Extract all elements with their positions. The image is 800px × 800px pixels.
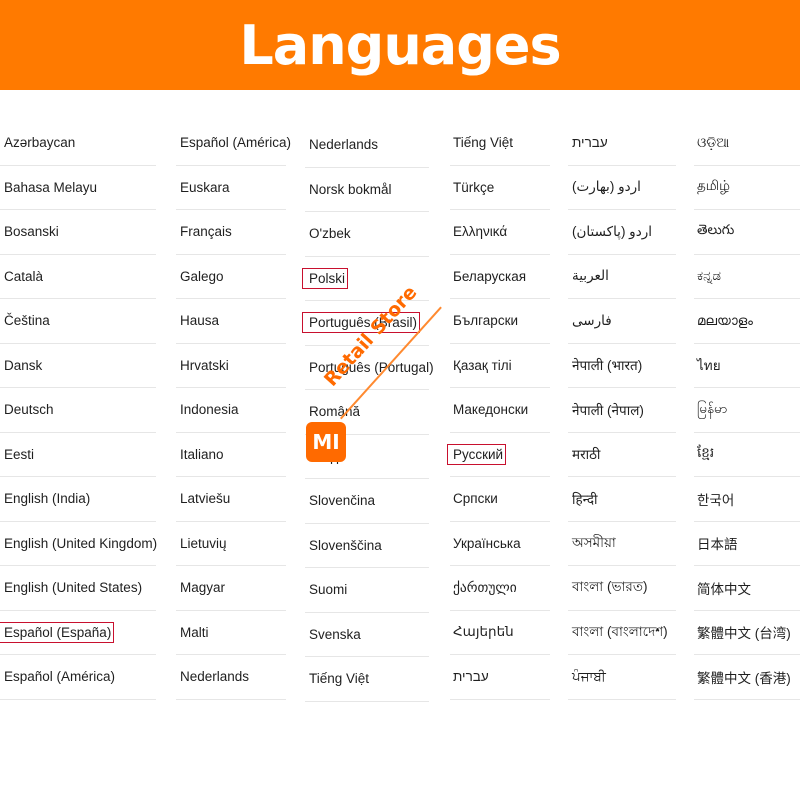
language-item[interactable]: اردو (بھارت)	[568, 166, 676, 210]
language-column-6: ଓଡ଼ିଆ தமிழ் తెలుగు ಕನ್ನಡ മലയാളം ไทย မြန်…	[694, 121, 800, 700]
header-banner: Languages	[0, 0, 800, 90]
language-item[interactable]: Қазақ тілі	[450, 344, 550, 388]
language-item[interactable]: English (United States)	[0, 566, 156, 611]
language-item[interactable]: עברית	[568, 121, 676, 166]
language-item[interactable]: Português (Portugal)	[305, 346, 434, 390]
language-item[interactable]: Hausa	[176, 299, 286, 344]
language-item-highlighted[interactable]: Português (Brasil)	[301, 301, 429, 346]
language-item[interactable]: Deutsch	[0, 388, 156, 433]
language-item[interactable]: Indonesia	[176, 388, 286, 433]
language-item[interactable]: Magyar	[176, 566, 286, 611]
language-item[interactable]: മലയാളം	[694, 299, 800, 344]
language-item[interactable]: Slovenčina	[305, 479, 429, 524]
language-item[interactable]: Հայերեն	[450, 611, 550, 655]
language-item[interactable]: Hrvatski	[176, 344, 286, 388]
language-item[interactable]: Español (América)	[176, 121, 291, 166]
language-item[interactable]: עברית	[450, 655, 550, 700]
language-item[interactable]: Français	[176, 210, 286, 255]
language-item[interactable]: Nederlands	[305, 123, 429, 168]
language-item[interactable]: Українська	[450, 522, 550, 566]
language-column-2: Español (América) Euskara Français Galeg…	[176, 121, 291, 700]
language-column-1: Azərbaycan Bahasa Melayu Bosanski Català…	[0, 121, 157, 700]
language-item[interactable]: বাংলা (ভারত)	[568, 566, 676, 611]
language-item[interactable]: Suomi	[305, 568, 429, 613]
language-item[interactable]: English (India)	[0, 477, 156, 522]
language-item[interactable]: नेपाली (भारत)	[568, 344, 676, 388]
language-item[interactable]: Македонски	[450, 388, 550, 433]
language-item[interactable]: Română	[305, 390, 429, 435]
language-item-highlighted[interactable]: Español (España)	[0, 611, 156, 655]
language-item[interactable]: Српски	[450, 477, 550, 522]
language-item[interactable]: ქართული	[450, 566, 550, 611]
language-item[interactable]: Nederlands	[176, 655, 286, 700]
language-item[interactable]: မြန်မာ	[694, 388, 800, 433]
language-column-3: Nederlands Norsk bokmål O'zbek Polski Po…	[301, 123, 434, 702]
language-item[interactable]: Tiếng Việt	[305, 657, 429, 702]
language-item[interactable]: Latviešu	[176, 477, 286, 522]
language-item[interactable]: Slovenščina	[305, 524, 429, 568]
language-item[interactable]: ਪੰਜਾਬੀ	[568, 655, 676, 700]
language-item[interactable]: Ελληνικά	[450, 210, 550, 255]
language-item[interactable]: मराठी	[568, 433, 676, 477]
language-item[interactable]: Tiếng Việt	[450, 121, 550, 166]
language-item[interactable]: اردو (پاکستان)	[568, 210, 676, 255]
page-title: Languages	[239, 14, 561, 77]
language-item[interactable]: English (United Kingdom)	[0, 522, 157, 566]
language-item[interactable]: Español (América)	[0, 655, 156, 700]
language-item[interactable]: O'zbek	[305, 212, 429, 257]
language-item[interactable]: Euskara	[176, 166, 286, 210]
language-item[interactable]: العربية	[568, 255, 676, 299]
language-item[interactable]: 简体中文	[694, 566, 800, 611]
language-item[interactable]: Shqip	[305, 435, 429, 479]
language-item[interactable]: ଓଡ଼ିଆ	[694, 121, 800, 166]
language-item[interactable]: অসমীয়া	[568, 522, 676, 566]
language-item[interactable]: Italiano	[176, 433, 286, 477]
language-item[interactable]: Türkçe	[450, 166, 550, 210]
language-item[interactable]: తెలుగు	[694, 210, 800, 255]
language-item[interactable]: 日本語	[694, 522, 800, 566]
language-item[interactable]: 繁體中文 (台湾)	[694, 611, 800, 655]
language-item[interactable]: नेपाली (नेपाल)	[568, 388, 676, 433]
language-item[interactable]: Bosanski	[0, 210, 156, 255]
language-item[interactable]: Dansk	[0, 344, 156, 388]
language-item-highlighted[interactable]: Русский	[446, 433, 550, 477]
language-item[interactable]: ಕನ್ನಡ	[694, 255, 800, 299]
language-item[interactable]: 繁體中文 (香港)	[694, 655, 800, 700]
language-item[interactable]: Čeština	[0, 299, 156, 344]
language-item[interactable]: ไทย	[694, 344, 800, 388]
language-item[interactable]: বাংলা (বাংলাদেশ)	[568, 611, 676, 655]
language-item-highlighted[interactable]: Polski	[301, 257, 429, 301]
language-column-5: עברית اردو (بھارت) اردو (پاکستان) العربي…	[568, 121, 676, 700]
language-item[interactable]: Malti	[176, 611, 286, 655]
language-item[interactable]: ខ្មែរ	[694, 433, 800, 477]
language-item[interactable]: 한국어	[694, 477, 800, 522]
language-item[interactable]: Български	[450, 299, 550, 344]
language-item[interactable]: हिन्दी	[568, 477, 676, 522]
language-item[interactable]: Svenska	[305, 613, 429, 657]
language-item[interactable]: Azərbaycan	[0, 121, 156, 166]
language-item[interactable]: தமிழ்	[694, 166, 800, 210]
language-item[interactable]: Bahasa Melayu	[0, 166, 156, 210]
language-item[interactable]: Norsk bokmål	[305, 168, 429, 212]
language-item[interactable]: فارسی	[568, 299, 676, 344]
language-item[interactable]: Eesti	[0, 433, 156, 477]
language-item[interactable]: Català	[0, 255, 156, 299]
language-item[interactable]: Lietuvių	[176, 522, 286, 566]
language-column-4: Tiếng Việt Türkçe Ελληνικά Беларуская Бъ…	[446, 121, 550, 700]
language-item[interactable]: Беларуская	[450, 255, 550, 299]
language-item[interactable]: Galego	[176, 255, 286, 299]
